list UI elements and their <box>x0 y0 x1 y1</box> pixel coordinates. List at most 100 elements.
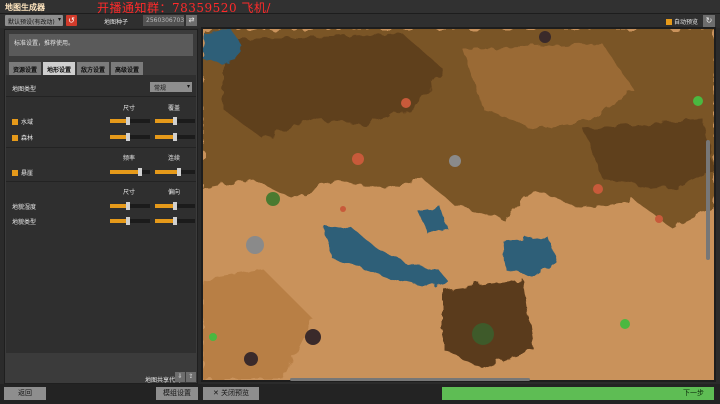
slider-knob[interactable] <box>126 202 130 210</box>
slider-fill <box>110 170 140 174</box>
slider-knob[interactable] <box>138 168 142 176</box>
forest-size-slider[interactable] <box>110 133 150 141</box>
slider-knob[interactable] <box>173 117 177 125</box>
back-button[interactable]: 返回 <box>4 387 46 400</box>
column-header-size: 尺寸 <box>122 105 135 112</box>
checkbox-checked-icon <box>12 170 18 176</box>
forest-patch <box>472 323 494 345</box>
map-preview[interactable] <box>201 27 716 382</box>
map-horizontal-scrollbar[interactable] <box>290 378 530 381</box>
bottom-bar: 返回 模组设置 ✕ 关闭预览 下一步 <box>0 384 720 404</box>
import-code-button[interactable]: ⇩ <box>175 372 185 382</box>
uranium-deposit <box>209 333 217 341</box>
slider-knob[interactable] <box>126 117 130 125</box>
stone-deposit <box>449 155 461 167</box>
map-type-label: 地图类型 <box>12 86 37 93</box>
slider-fill <box>155 119 175 123</box>
biter-base <box>401 98 411 108</box>
water-size-slider[interactable] <box>110 117 150 125</box>
settings-panel: 标准设置，推荐使用。 资源设置 地形设置 敌方设置 高级设置 地图类型 常规 ▾… <box>4 29 198 384</box>
biter-base <box>655 215 663 223</box>
uranium-deposit <box>693 96 703 106</box>
water-coverage-slider[interactable] <box>155 117 195 125</box>
terrain-type-bias-slider[interactable] <box>155 217 195 225</box>
uranium-deposit <box>620 319 630 329</box>
biter-base <box>340 206 346 212</box>
top-bar: 默认预设(有改动) ▾ ↺ 地图种子 2560306703 ⇄ 自动预览 ↻ <box>0 14 720 28</box>
map-vertical-scrollbar[interactable] <box>706 140 710 260</box>
checkbox-checked-icon <box>12 119 18 125</box>
terrain-type-size-slider[interactable] <box>110 217 150 225</box>
cliff-continuity-slider[interactable] <box>155 168 195 176</box>
stone-deposit <box>246 236 264 254</box>
slider-fill <box>155 219 175 223</box>
cliff-toggle[interactable]: 悬崖 <box>12 168 33 177</box>
chevron-down-icon: ▾ <box>186 83 190 90</box>
mod-settings-button[interactable]: 模组设置 <box>156 387 198 400</box>
refresh-preview-button[interactable]: ↻ <box>703 15 715 27</box>
tab-enemies[interactable]: 敌方设置 <box>77 62 110 75</box>
moisture-size-slider[interactable] <box>110 202 150 210</box>
cliff-label: 悬崖 <box>21 170 34 177</box>
coal-deposit <box>539 31 551 43</box>
slider-knob[interactable] <box>126 133 130 141</box>
column-header-size: 尺寸 <box>122 189 135 196</box>
slider-knob[interactable] <box>177 168 181 176</box>
next-button[interactable]: 下一步 <box>442 387 714 400</box>
chevron-down-icon: ▾ <box>57 16 61 23</box>
moisture-bias-slider[interactable] <box>155 202 195 210</box>
slider-knob[interactable] <box>173 202 177 210</box>
forest-coverage-slider[interactable] <box>155 133 195 141</box>
water-toggle[interactable]: 水域 <box>12 117 33 126</box>
shuffle-icon: ⇄ <box>188 16 195 24</box>
export-code-button[interactable]: ⇪ <box>186 372 196 382</box>
column-header-continuity: 连续 <box>167 155 180 162</box>
map-preview-canvas[interactable] <box>203 29 714 380</box>
slider-knob[interactable] <box>126 217 130 225</box>
reset-preset-button[interactable]: ↺ <box>66 15 77 26</box>
moisture-label: 地貌湿度 <box>12 204 37 211</box>
divider <box>6 96 196 97</box>
randomize-seed-button[interactable]: ⇄ <box>186 15 197 26</box>
tab-resources[interactable]: 资源设置 <box>9 62 42 75</box>
forest-patch <box>266 192 280 206</box>
auto-preview-toggle[interactable]: 自动预览 <box>666 17 698 26</box>
column-header-coverage: 覆盖 <box>167 105 180 112</box>
map-type-dropdown[interactable]: 常规 ▾ <box>150 82 192 92</box>
import-icon: ⇩ <box>177 373 183 380</box>
close-icon: ✕ <box>212 389 222 397</box>
seed-input[interactable]: 2560306703 <box>143 15 184 26</box>
seed-label: 地图种子 <box>104 19 129 26</box>
tab-advanced[interactable]: 高级设置 <box>111 62 144 75</box>
preset-dropdown[interactable]: 默认预设(有改动) ▾ <box>5 15 63 26</box>
preset-value: 默认预设(有改动) <box>8 19 55 26</box>
slider-fill <box>155 204 175 208</box>
export-icon: ⇪ <box>188 373 194 380</box>
column-header-bias: 偏向 <box>167 189 180 196</box>
preset-description: 标准设置，推荐使用。 <box>9 34 193 56</box>
settings-tabs: 资源设置 地形设置 敌方设置 高级设置 <box>9 62 145 75</box>
terrain-type-label: 地貌类型 <box>12 219 37 226</box>
reset-icon: ↺ <box>68 16 75 25</box>
map-type-value: 常规 <box>154 85 167 92</box>
slider-knob[interactable] <box>173 217 177 225</box>
checkbox-checked-icon <box>12 135 18 141</box>
slider-fill <box>155 170 179 174</box>
auto-preview-label: 自动预览 <box>674 19 699 26</box>
cliff-frequency-slider[interactable] <box>110 168 150 176</box>
tab-terrain[interactable]: 地形设置 <box>43 62 76 75</box>
biter-base <box>593 184 603 194</box>
terrain-settings: 地图类型 常规 ▾ 尺寸 覆盖 水域 森林 频率 连续 悬崖 尺寸 偏向 地貌湿… <box>6 75 196 353</box>
checkbox-checked-icon <box>666 19 672 25</box>
close-preview-button[interactable]: ✕ 关闭预览 <box>203 387 259 400</box>
forest-toggle[interactable]: 森林 <box>12 133 33 142</box>
window-title: 地图生成器 <box>5 3 45 12</box>
coal-deposit <box>244 352 258 366</box>
refresh-icon: ↻ <box>705 16 713 25</box>
column-header-frequency: 频率 <box>122 155 135 162</box>
coal-deposit <box>305 329 321 345</box>
divider <box>6 181 196 182</box>
divider <box>6 147 196 148</box>
forest-label: 森林 <box>21 135 34 142</box>
slider-knob[interactable] <box>173 133 177 141</box>
